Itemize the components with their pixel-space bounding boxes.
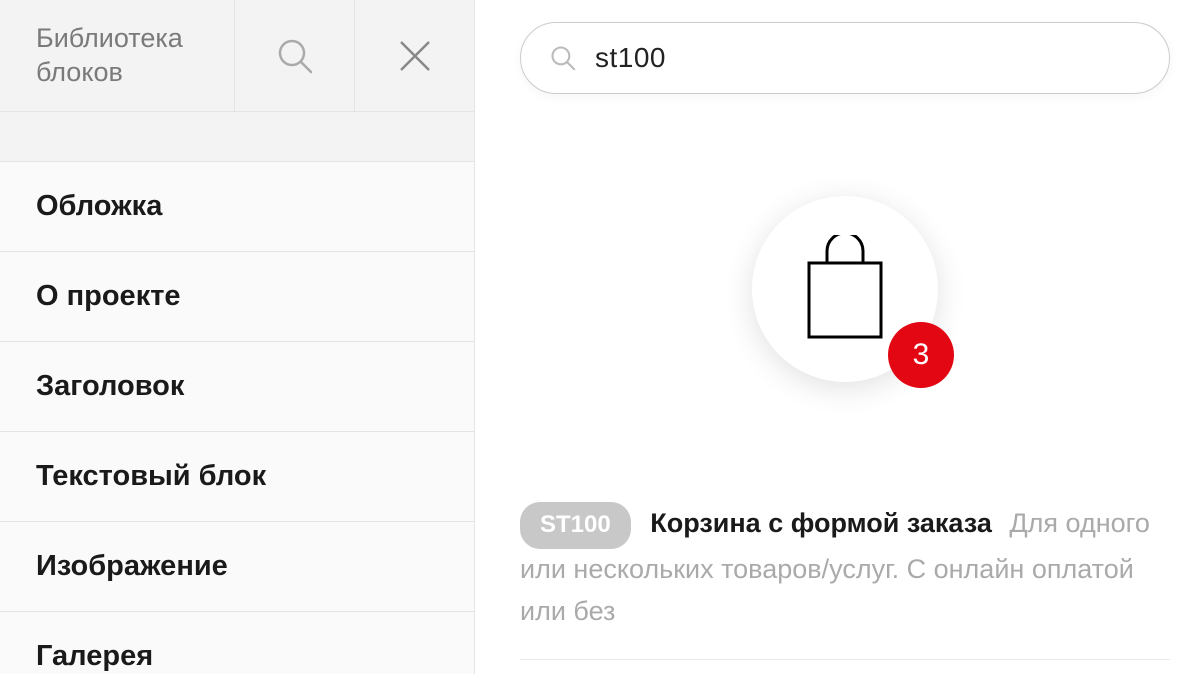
search-sidebar-button[interactable] <box>234 0 354 111</box>
cart-badge: 3 <box>888 322 954 388</box>
sidebar-item-about[interactable]: О проекте <box>0 252 474 342</box>
sidebar-item-label: Обложка <box>36 190 162 223</box>
sidebar-item-cover[interactable]: Обложка <box>0 162 474 252</box>
close-icon <box>395 36 435 76</box>
sidebar-spacer <box>0 112 474 162</box>
cart-widget: 3 <box>752 196 938 382</box>
sidebar-item-label: О проекте <box>36 280 181 313</box>
close-sidebar-button[interactable] <box>354 0 474 111</box>
main: 3 ST100 Корзина с формой заказа Для одно… <box>475 0 1198 674</box>
search-field[interactable] <box>520 22 1170 94</box>
block-title: Корзина с формой заказа <box>650 508 992 538</box>
sidebar: Библиотека блоков Обложка О проекте Заго… <box>0 0 475 674</box>
search-input[interactable] <box>595 42 1141 74</box>
search-icon <box>275 36 315 76</box>
sidebar-item-label: Текстовый блок <box>36 460 266 493</box>
shopping-bag-icon <box>803 235 887 343</box>
block-preview[interactable]: 3 <box>520 94 1170 484</box>
search-result[interactable]: ST100 Корзина с формой заказа Для одного… <box>520 484 1170 660</box>
sidebar-item-heading[interactable]: Заголовок <box>0 342 474 432</box>
search-icon <box>549 44 577 72</box>
sidebar-list: Обложка О проекте Заголовок Текстовый бл… <box>0 112 474 674</box>
sidebar-header: Библиотека блоков <box>0 0 474 112</box>
sidebar-item-label: Галерея <box>36 640 153 673</box>
sidebar-item-textblock[interactable]: Текстовый блок <box>0 432 474 522</box>
sidebar-title: Библиотека блоков <box>0 0 234 111</box>
sidebar-item-label: Заголовок <box>36 370 184 403</box>
sidebar-item-gallery[interactable]: Галерея <box>0 612 474 674</box>
sidebar-item-image[interactable]: Изображение <box>0 522 474 612</box>
sidebar-item-label: Изображение <box>36 550 228 583</box>
block-code-badge: ST100 <box>520 502 631 549</box>
